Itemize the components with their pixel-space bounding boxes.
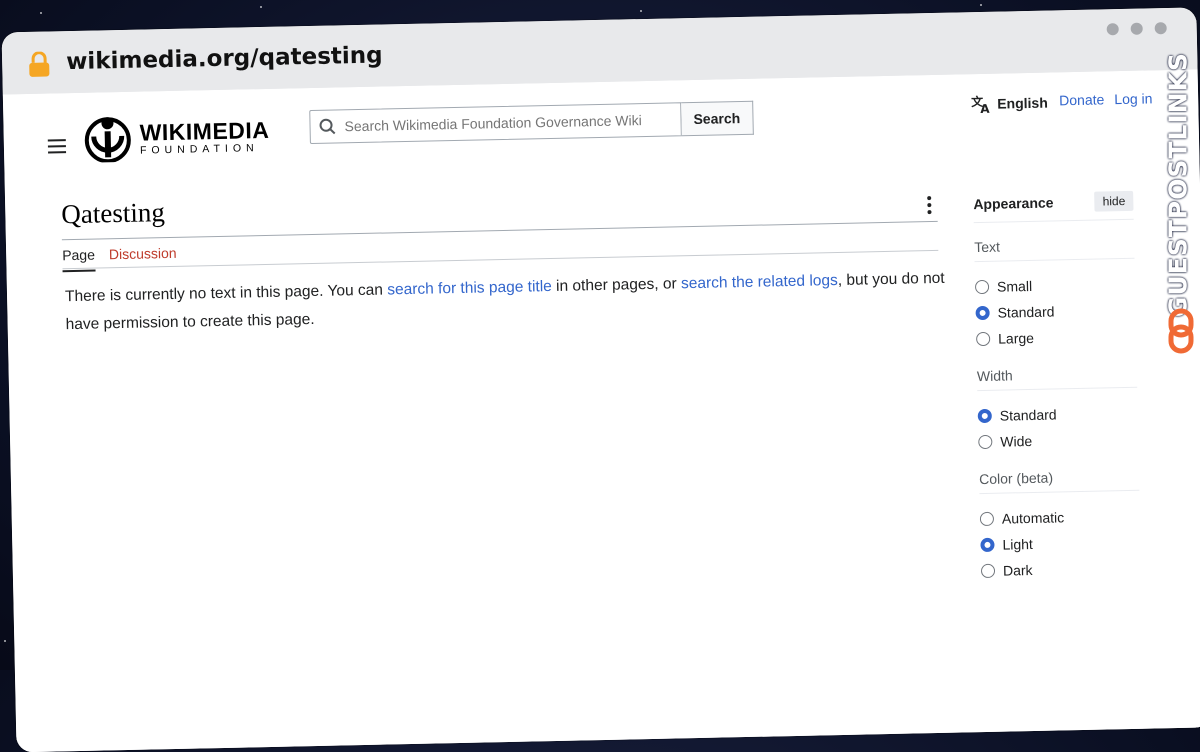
radio-text-small[interactable]: Small: [974, 271, 1136, 300]
title-divider: [61, 220, 938, 241]
color-label: Color (beta): [978, 467, 1140, 495]
radio-text-standard[interactable]: Standard: [975, 297, 1136, 326]
search-button[interactable]: Search: [681, 100, 754, 137]
radio-text-large[interactable]: Large: [976, 323, 1137, 352]
hide-button[interactable]: hide: [1094, 190, 1134, 212]
search-input[interactable]: [342, 110, 681, 136]
user-links: Donate Log in: [1059, 90, 1153, 108]
window-dot[interactable]: [1130, 22, 1143, 35]
body-text-1: There is currently no text in this page.…: [64, 281, 388, 306]
language-icon: 文 A: [971, 94, 990, 114]
menu-icon[interactable]: [47, 135, 67, 157]
radio-width-standard[interactable]: Standard: [977, 400, 1139, 429]
wiki-page: WIKIMEDIA FOUNDATION Search 文 A: [2, 69, 1200, 752]
search-field[interactable]: [309, 102, 682, 145]
window-frame: wikimedia.org/qatesting WIKIMEDIA FOUNDA…: [1, 7, 1200, 752]
logo-subtitle: FOUNDATION: [139, 141, 259, 157]
lock-icon: [29, 51, 50, 77]
site-logo[interactable]: WIKIMEDIA FOUNDATION: [83, 111, 270, 163]
url-text[interactable]: wikimedia.org/qatesting: [66, 42, 383, 75]
language-label: English: [997, 94, 1048, 112]
color-section: Color (beta) Automatic Light Dark: [978, 467, 1142, 584]
radio-color-automatic[interactable]: Automatic: [979, 503, 1141, 532]
search-logs-link[interactable]: search the related logs: [681, 272, 838, 292]
appearance-panel: Appearance hide Text Small Standard Larg…: [973, 190, 1142, 584]
chain-link-icon: [1168, 308, 1194, 354]
appearance-title: Appearance: [973, 194, 1054, 213]
watermark-text: GUESTPOSTLINKS: [1163, 51, 1193, 318]
tabs-divider: [62, 249, 939, 270]
window-dot[interactable]: [1106, 23, 1119, 36]
language-button[interactable]: 文 A English: [971, 93, 1048, 114]
radio-color-dark[interactable]: Dark: [980, 555, 1142, 584]
width-label: Width: [976, 364, 1138, 392]
text-size-section: Text Small Standard Large: [974, 235, 1137, 352]
donate-link[interactable]: Donate: [1059, 91, 1104, 108]
body-text-2: in other pages, or: [551, 275, 682, 295]
window-dot[interactable]: [1154, 22, 1167, 35]
width-section: Width Standard Wide: [976, 364, 1139, 455]
browser-window: wikimedia.org/qatesting WIKIMEDIA FOUNDA…: [0, 0, 1200, 752]
login-link[interactable]: Log in: [1114, 90, 1152, 107]
svg-text:A: A: [980, 102, 990, 114]
search-form: Search: [309, 100, 754, 145]
radio-width-wide[interactable]: Wide: [978, 426, 1139, 455]
article-body: There is currently no text in this page.…: [65, 265, 946, 339]
window-controls: [1106, 22, 1167, 36]
more-options-icon[interactable]: [927, 193, 932, 217]
wikimedia-logo-icon: [84, 117, 131, 163]
search-title-link[interactable]: search for this page title: [387, 278, 552, 298]
search-icon: [319, 118, 336, 135]
text-size-label: Text: [974, 235, 1135, 263]
watermark: GUESTPOSTLINKS: [1164, 52, 1198, 358]
radio-color-light[interactable]: Light: [980, 529, 1141, 558]
page-title: Qatesting: [61, 197, 166, 230]
